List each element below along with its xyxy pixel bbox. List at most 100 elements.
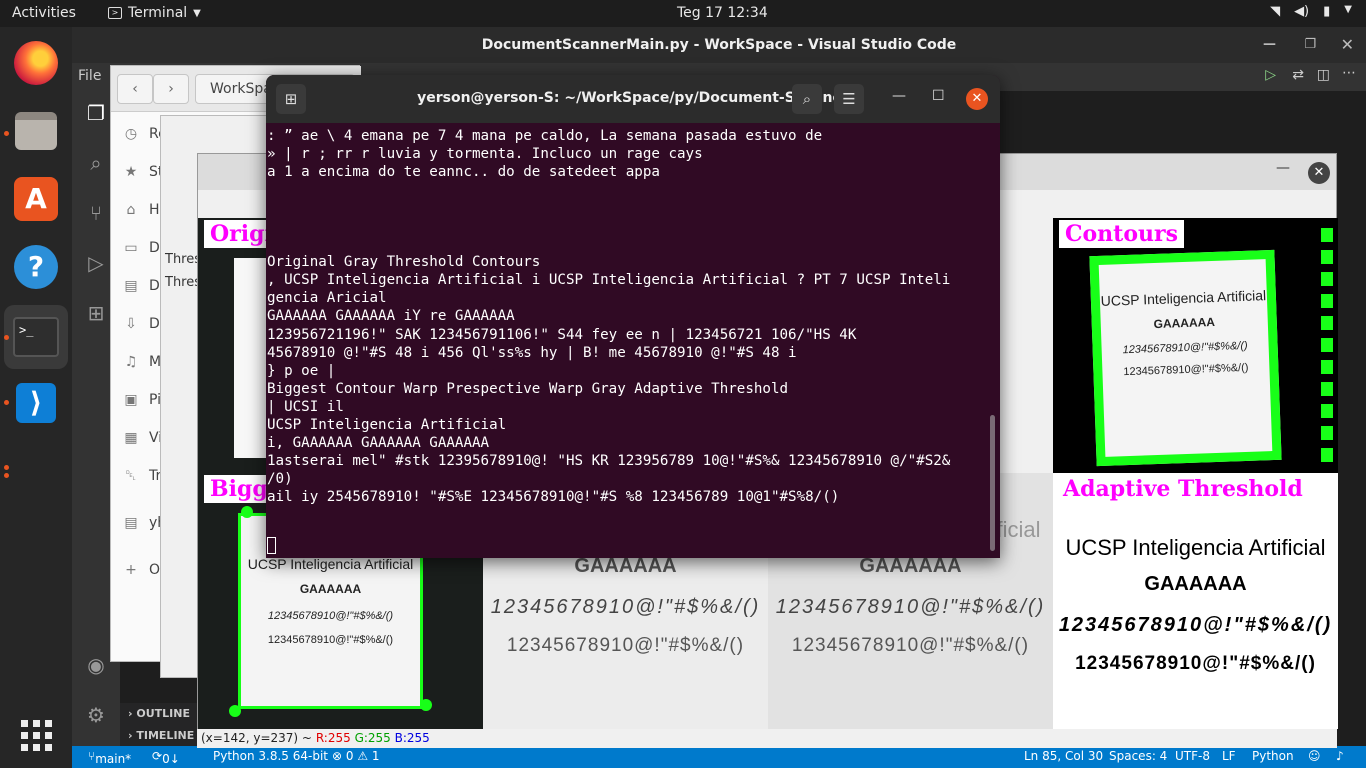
terminal-cursor (267, 537, 276, 554)
encoding[interactable]: UTF-8 (1175, 749, 1210, 763)
vscode-title: DocumentScannerMain.py - WorkSpace - Vis… (481, 37, 957, 53)
tile-contours: UCSP Inteligencia Artificial GAAAAAA 123… (1053, 218, 1338, 473)
sidebar-item[interactable]: ★ St (123, 164, 164, 180)
show-apps-icon[interactable] (10, 709, 62, 761)
doc-line: 12345678910@!"#$%&/() (1122, 339, 1248, 357)
accounts-icon[interactable]: ◉ (82, 651, 110, 679)
wifi-icon: ◥ (1270, 4, 1281, 19)
tile-label-contours: Contours (1059, 220, 1184, 248)
drive-icon: ▤ (124, 515, 138, 531)
diff-icon[interactable]: ⇄ (1292, 67, 1304, 83)
back-button[interactable]: ‹ (117, 74, 153, 104)
minimize-icon[interactable]: — (1276, 160, 1290, 176)
settings-gear-icon[interactable]: ⚙ (82, 701, 110, 729)
doc-line: GAAAAAA (299, 582, 362, 596)
search-icon[interactable]: ⌕ (792, 84, 822, 114)
status-bar: ⑂ main* ⟳ 0↓ 2↑ Python 3.8.5 64-bit ⊗ 0 … (72, 746, 1366, 768)
menu-file[interactable]: File (78, 68, 101, 84)
green-value: G:255 (354, 731, 391, 745)
hamburger-menu-icon[interactable]: ☰ (834, 84, 864, 114)
clock[interactable]: Teg 17 12:34 (677, 5, 768, 21)
pictures-icon: ▣ (124, 392, 138, 408)
line-endings[interactable]: LF (1222, 749, 1236, 763)
dialog-item[interactable]: Thres (165, 275, 201, 290)
app-menu[interactable]: > Terminal ▼ (108, 5, 201, 21)
extensions-icon[interactable]: ⊞ (82, 299, 110, 327)
doc-line: GAAAAAA (1153, 314, 1216, 332)
contour-document: UCSP Inteligencia Artificial GAAAAAA 123… (1089, 249, 1282, 467)
problems-status[interactable]: ⊗ 0 ⚠ 1 (332, 749, 380, 763)
terminal-icon: > (108, 7, 122, 19)
terminal-header[interactable]: ⊞ yerson@yerson-S: ~/WorkSpace/py/Docume… (266, 75, 1000, 123)
terminal-dock-icon[interactable]: >_ (4, 305, 68, 369)
minimize-icon[interactable]: — (1263, 27, 1276, 63)
doc-line: UCSP Inteligencia Artificial (247, 556, 414, 572)
source-control-icon[interactable]: ⑂ (82, 199, 110, 227)
outline-label: OUTLINE (136, 707, 190, 720)
close-icon[interactable]: ✕ (1341, 27, 1354, 63)
help-icon[interactable]: ? (10, 241, 62, 293)
branch-label: main* (95, 752, 132, 766)
desktop-icon: ▭ (124, 240, 138, 256)
app-menu-label: Terminal (128, 5, 188, 21)
forward-button[interactable]: › (153, 74, 189, 104)
dialog-item[interactable]: Thres (165, 252, 201, 267)
close-icon[interactable]: ✕ (1308, 162, 1330, 184)
blue-value: B:255 (394, 731, 430, 745)
run-icon[interactable]: ▷ (1265, 67, 1276, 83)
terminal-scrollbar[interactable] (990, 415, 995, 551)
doc-line: GAAAAAA (1144, 573, 1247, 595)
red-value: R:255 (315, 731, 351, 745)
firefox-icon[interactable] (10, 37, 62, 89)
tile-label-adaptive: Adaptive Threshold (1057, 475, 1309, 503)
more-icon[interactable]: ⋯ (1342, 65, 1356, 81)
branch-status[interactable]: ⑂ main* (88, 749, 131, 766)
sync-status[interactable]: ⟳ 0↓ 2↑ (152, 749, 180, 768)
close-icon[interactable]: ✕ (966, 88, 988, 110)
activities-button[interactable]: Activities (12, 5, 76, 21)
system-tray[interactable]: ◥ ◀) ▮ ▼ (1270, 4, 1352, 19)
downloads-icon: ⇩ (125, 316, 137, 332)
terminal-output[interactable]: : ” ae \ 4 emana pe 7 4 mana pe caldo, L… (267, 127, 987, 557)
explorer-icon[interactable]: ❐ (82, 99, 110, 127)
maximize-icon[interactable]: ☐ (932, 88, 945, 104)
coords-text: (x=142, y=237) ~ (201, 731, 312, 745)
videos-icon: ▦ (124, 430, 138, 446)
maximize-icon[interactable]: ❐ (1304, 27, 1316, 63)
search-icon[interactable]: ⌕ (82, 149, 110, 177)
dock: A ? >_ ⟩ (0, 27, 72, 768)
documents-icon: ▤ (124, 278, 138, 294)
doc-line: 12345678910@!"#$%&/() (490, 596, 761, 618)
corner-point (229, 705, 241, 717)
doc-line: UCSP Inteligencia Artificial (1100, 287, 1267, 309)
doc-line: GAAAAAA (859, 555, 962, 577)
cursor-position[interactable]: Ln 85, Col 30 (1024, 749, 1103, 763)
sync-label: 0↓ 2↑ (162, 752, 180, 768)
plus-icon: + (125, 562, 137, 578)
split-editor-icon[interactable]: ◫ (1317, 67, 1330, 83)
terminal-window: ⊞ yerson@yerson-S: ~/WorkSpace/py/Docume… (266, 75, 1000, 558)
python-interpreter[interactable]: Python 3.8.5 64-bit (213, 749, 328, 763)
doc-line: 12345678910@!"#$%&/() (1075, 653, 1316, 674)
terminal-title: yerson@yerson-S: ~/WorkSpace/py/Document… (417, 90, 849, 106)
feedback-icon[interactable]: ☺ (1308, 749, 1321, 763)
volume-icon: ◀) (1294, 4, 1310, 19)
run-debug-icon[interactable]: ▷ (82, 249, 110, 277)
software-center-icon[interactable]: A (10, 173, 62, 225)
pixel-info-bar: (x=142, y=237) ~ R:255 G:255 B:255 (197, 729, 1337, 748)
corner-point (241, 506, 253, 518)
minimize-icon[interactable]: — (892, 88, 906, 104)
doc-line: 12345678910@!"#$%&/() (791, 635, 1030, 656)
files-icon[interactable] (10, 105, 62, 157)
doc-line: UCSP Inteligencia Artificial (1065, 535, 1326, 560)
vscode-titlebar[interactable]: DocumentScannerMain.py - WorkSpace - Vis… (72, 27, 1366, 63)
timeline-label: TIMELINE (136, 729, 195, 742)
language-mode[interactable]: Python (1252, 749, 1294, 763)
chevron-down-icon: ▼ (1344, 4, 1352, 15)
home-icon: ⌂ (126, 202, 136, 218)
indentation[interactable]: Spaces: 4 (1109, 749, 1167, 763)
doc-line: GAAAAAA (574, 555, 677, 577)
trash-icon: ␡ (125, 468, 137, 484)
notifications-icon[interactable]: ♪ (1336, 749, 1344, 763)
vscode-icon[interactable]: ⟩ (10, 377, 62, 429)
